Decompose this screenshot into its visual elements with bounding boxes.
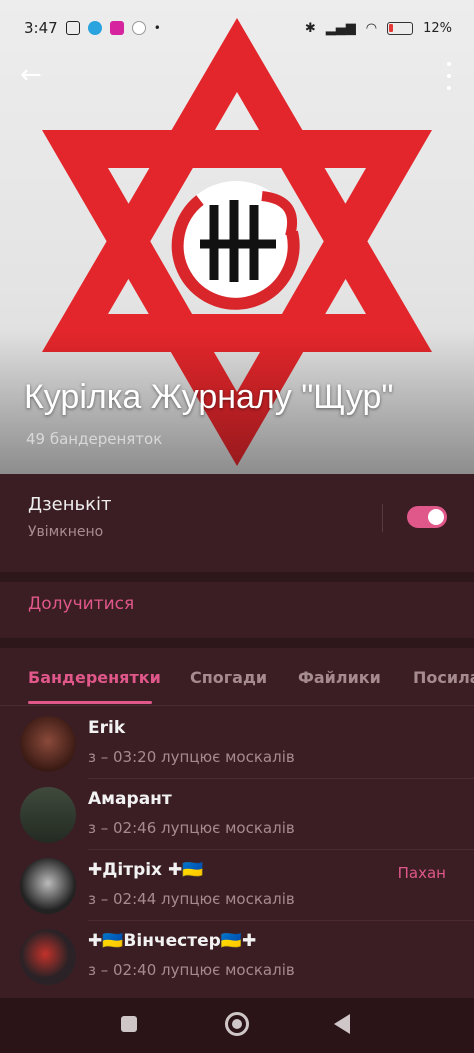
more-menu-button[interactable]: [444, 62, 454, 90]
notifications-toggle[interactable]: [407, 506, 447, 528]
more-vertical-icon: [447, 62, 451, 66]
member-role-badge: Пахан: [397, 864, 446, 882]
divider: [382, 504, 383, 532]
member-row[interactable]: ✚🇺🇦Вінчестер🇺🇦✚ з – 02:40 лупцює москалі…: [0, 921, 474, 992]
member-count: 49 бандереняток: [26, 430, 163, 448]
battery-icon: [387, 21, 414, 35]
join-button[interactable]: Долучитися: [28, 594, 134, 614]
member-name: ✚Дітріх ✚🇺🇦: [88, 860, 204, 880]
screen: 3:47 • ✱ ▂▄▆ ◠ 12% ← Курілка Журналу "Щу…: [0, 0, 474, 1053]
google-icon: [131, 21, 146, 35]
back-nav-button[interactable]: [334, 1014, 350, 1034]
system-nav-bar: [0, 998, 474, 1053]
member-name: Амарант: [88, 789, 172, 809]
notifications-row[interactable]: Дзенькіт Увімкнено: [0, 474, 474, 572]
instagram-icon: [109, 21, 124, 35]
group-title: Курілка Журналу "Щур": [24, 378, 394, 416]
member-row[interactable]: Амарант з – 02:46 лупцює москалів: [0, 779, 474, 850]
nfc-icon: [65, 21, 80, 35]
avatar: [20, 858, 76, 914]
member-status: з – 02:46 лупцює москалів: [88, 819, 295, 837]
member-row[interactable]: ✚Дітріх ✚🇺🇦 з – 02:44 лупцює москалів Па…: [0, 850, 474, 921]
tab-links[interactable]: Посилання: [413, 668, 474, 687]
clock: 3:47: [24, 19, 58, 37]
member-name: ✚🇺🇦Вінчестер🇺🇦✚: [88, 931, 257, 951]
telegram-icon: [87, 21, 102, 35]
members-panel: Бандеренятки Спогади Файлики Посилання E…: [0, 648, 474, 998]
recents-button[interactable]: [121, 1016, 137, 1032]
status-bar: 3:47 • ✱ ▂▄▆ ◠ 12%: [0, 0, 474, 56]
member-status: з – 03:20 лупцює москалів: [88, 748, 295, 766]
bluetooth-icon: ✱: [304, 20, 316, 36]
member-name: Erik: [88, 718, 126, 738]
back-button[interactable]: ←: [20, 60, 50, 90]
active-tab-indicator: [28, 701, 152, 704]
join-row[interactable]: Долучитися: [0, 582, 474, 638]
member-status: з – 02:40 лупцює москалів: [88, 961, 295, 979]
home-button[interactable]: [225, 1012, 249, 1036]
notifications-label: Дзенькіт: [28, 494, 112, 515]
wifi-icon: ◠: [365, 20, 378, 36]
signal-icon: ▂▄▆: [325, 20, 356, 36]
avatar: [20, 716, 76, 772]
notifications-state: Увімкнено: [28, 524, 104, 540]
tab-bar: Бандеренятки Спогади Файлики Посилання: [0, 648, 474, 706]
tab-media[interactable]: Спогади: [190, 668, 267, 687]
member-status: з – 02:44 лупцює москалів: [88, 890, 295, 908]
dot-icon: •: [153, 21, 161, 35]
tab-members[interactable]: Бандеренятки: [28, 668, 161, 687]
arrow-left-icon: ←: [20, 60, 42, 90]
avatar: [20, 787, 76, 843]
member-row[interactable]: Erik з – 03:20 лупцює москалів: [0, 708, 474, 779]
tab-files[interactable]: Файлики: [298, 668, 381, 687]
battery-percent: 12%: [423, 20, 452, 36]
avatar: [20, 929, 76, 985]
